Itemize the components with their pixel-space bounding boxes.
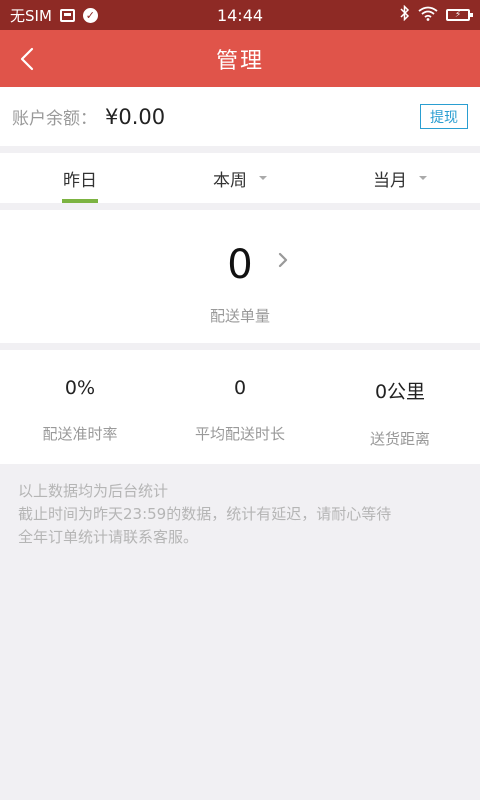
stats-row: 0% 配送准时率 0 平均配送时长 0公里 送货距离: [0, 350, 480, 464]
period-tabs: 昨日 本周 当月: [0, 153, 480, 203]
stat-label: 平均配送时长: [194, 425, 285, 443]
tab-label: 当月: [373, 170, 407, 191]
balance-label: 账户余额：: [12, 109, 97, 129]
balance-row: 账户余额： ¥0.00 提现: [0, 87, 480, 146]
header-bar: 管理: [0, 30, 480, 87]
status-left: 无SIM ✓: [10, 5, 98, 26]
caret-down-icon: [419, 176, 427, 180]
battery-charging-icon: ⚡: [446, 9, 473, 21]
withdraw-button[interactable]: 提现: [420, 104, 468, 129]
carrier-label: 无SIM: [10, 6, 52, 25]
wifi-icon: [418, 6, 438, 25]
stat-value: 0公里: [374, 381, 426, 403]
tab-this-month[interactable]: 当月: [320, 153, 480, 203]
stat-on-time-rate: 0% 配送准时率: [0, 350, 160, 464]
order-count-value: 0: [227, 242, 253, 288]
tab-yesterday[interactable]: 昨日: [0, 153, 160, 203]
status-right: ⚡: [400, 4, 473, 25]
stat-label: 送货距离: [369, 430, 430, 448]
stat-value: 0: [233, 377, 247, 399]
order-count-card[interactable]: 0 配送单量: [0, 210, 480, 343]
notes: 以上数据均为后台统计 截止时间为昨天23:59的数据，统计有延迟，请耐心等待 全…: [18, 480, 468, 549]
stat-value: 0%: [64, 377, 96, 399]
note-line: 全年订单统计请联系客服。: [18, 528, 199, 546]
check-circle-icon: ✓: [82, 7, 98, 23]
caret-down-icon: [259, 176, 267, 180]
balance-value: ¥0.00: [105, 104, 166, 129]
page-title: 管理: [215, 48, 264, 74]
stat-label: 配送准时率: [42, 425, 118, 443]
stat-avg-delivery-time: 0 平均配送时长: [160, 350, 320, 464]
order-count-label: 配送单量: [209, 307, 270, 325]
status-bar: 无SIM ✓ 14:44 ⚡: [0, 0, 480, 30]
back-button[interactable]: [20, 30, 60, 87]
chevron-right-icon[interactable]: [278, 252, 288, 268]
stat-delivery-distance: 0公里 送货距离: [320, 350, 480, 464]
chevron-left-icon: [20, 47, 34, 70]
bluetooth-icon: [400, 4, 410, 25]
tab-label: 本周: [213, 170, 247, 191]
sim-card-icon: [59, 8, 75, 22]
tab-label: 昨日: [63, 170, 97, 191]
tab-this-week[interactable]: 本周: [160, 153, 320, 203]
note-line: 截止时间为昨天23:59的数据，统计有延迟，请耐心等待: [18, 505, 392, 523]
note-line: 以上数据均为后台统计: [18, 482, 169, 500]
